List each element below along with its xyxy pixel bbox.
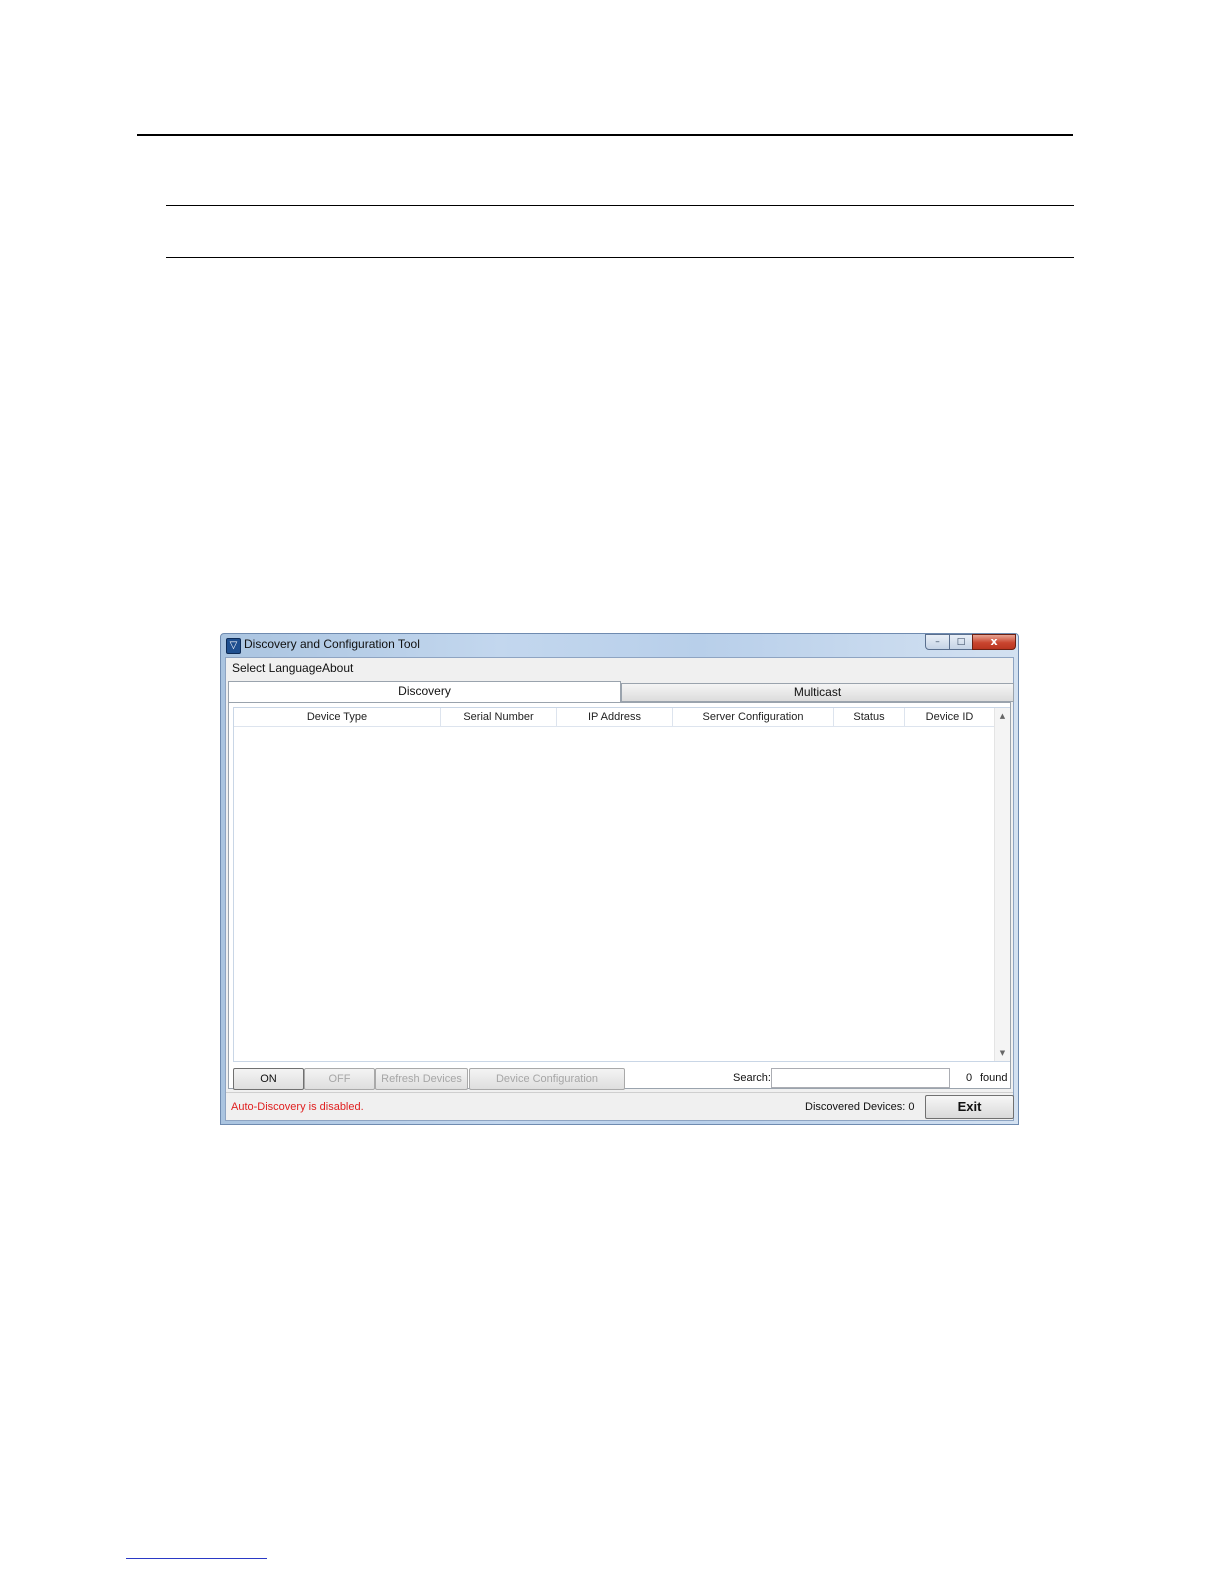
scroll-down-icon[interactable]: ▼ [995,1049,1010,1057]
auto-discovery-status: Auto-Discovery is disabled. [231,1101,364,1113]
maximize-button[interactable]: □ [949,634,973,650]
shield-logo-icon: ▽ [226,638,241,654]
column-header-serial-number[interactable]: Serial Number [441,708,557,726]
grid-header: Device Type Serial Number IP Address Ser… [234,708,994,727]
column-header-device-type[interactable]: Device Type [234,708,441,726]
status-bar: Auto-Discovery is disabled. Discovered D… [226,1092,1014,1121]
on-button[interactable]: ON [233,1068,304,1090]
page-top-rule [137,134,1073,136]
found-count: 0 [966,1072,973,1084]
footnote-rule [126,1558,267,1559]
window-title: Discovery and Configuration Tool [244,637,420,651]
refresh-devices-button[interactable]: Refresh Devices [375,1068,468,1090]
page-rule [166,205,1074,206]
close-button[interactable]: x [972,634,1016,650]
title-bar[interactable]: ▽ Discovery and Configuration Tool – □ x [221,634,1018,656]
column-header-server-configuration[interactable]: Server Configuration [673,708,834,726]
found-label: found [980,1072,1008,1084]
discovery-panel: Device Type Serial Number IP Address Ser… [228,702,1011,1090]
tab-discovery[interactable]: Discovery [228,681,621,702]
minimize-button[interactable]: – [925,634,950,650]
app-window: ▽ Discovery and Configuration Tool – □ x… [220,633,1019,1125]
menu-select-language[interactable]: Select Language [232,661,322,675]
window-client-area: Select Language About Discovery Multicas… [225,657,1014,1121]
device-configuration-button[interactable]: Device Configuration [469,1068,625,1090]
column-header-ip-address[interactable]: IP Address [557,708,673,726]
discovered-devices-count: Discovered Devices: 0 [805,1101,915,1113]
scroll-up-icon[interactable]: ▲ [995,712,1010,720]
device-grid[interactable]: Device Type Serial Number IP Address Ser… [233,707,1010,1062]
menu-bar: Select Language About [226,658,1013,679]
column-header-status[interactable]: Status [834,708,905,726]
exit-button[interactable]: Exit [925,1095,1014,1119]
column-header-device-id[interactable]: Device ID [905,708,994,726]
off-button[interactable]: OFF [304,1068,375,1090]
grid-scrollbar[interactable]: ▲ ▼ [994,708,1010,1061]
page-rule [166,257,1074,258]
search-input[interactable] [771,1068,950,1088]
menu-about[interactable]: About [322,661,353,675]
search-label: Search: [733,1072,771,1084]
tab-multicast[interactable]: Multicast [621,683,1014,702]
